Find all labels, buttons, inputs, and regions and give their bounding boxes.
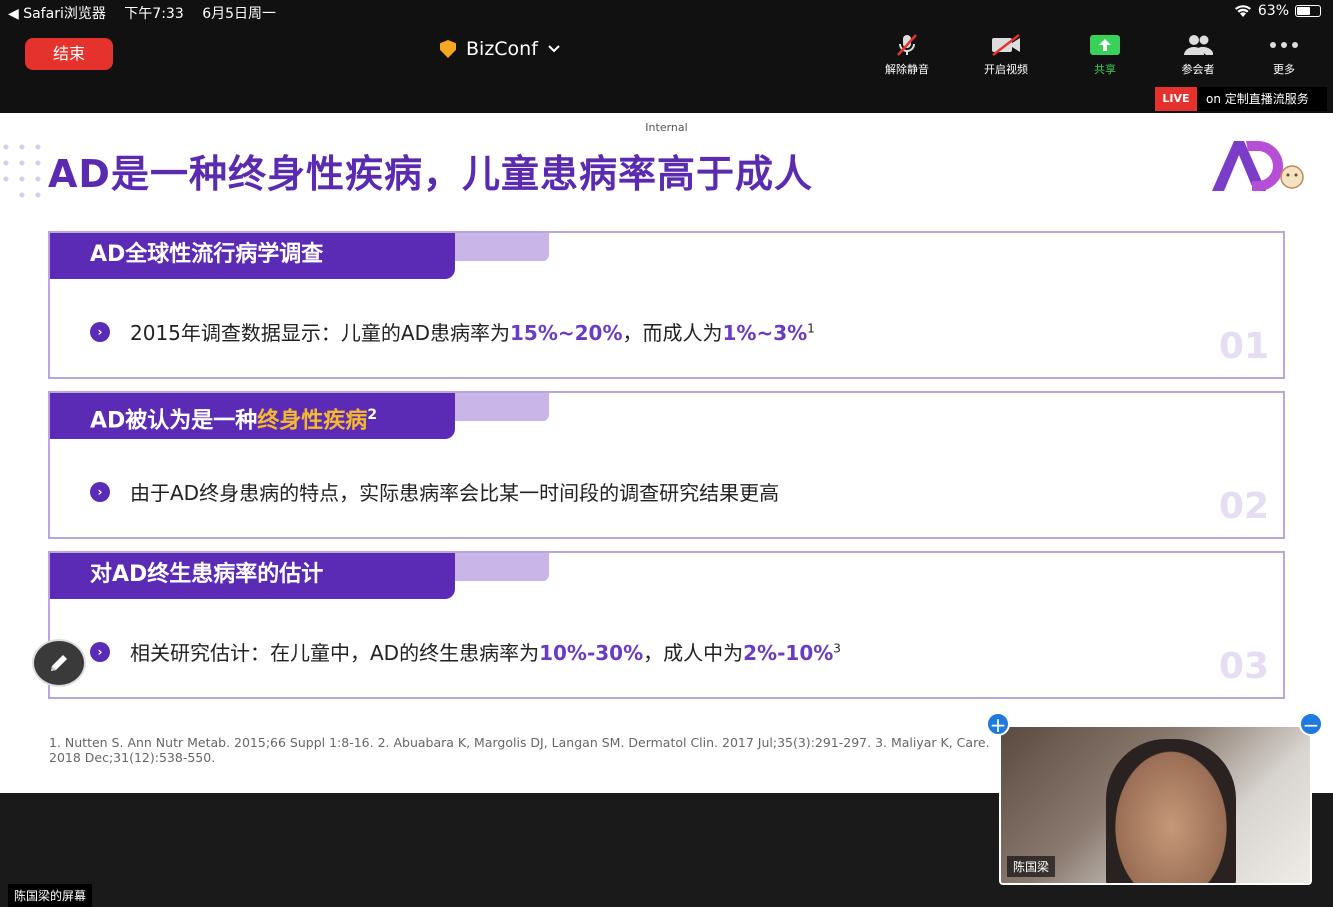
start-video-label: 开启视频 xyxy=(984,63,1028,76)
section-tab-decoration xyxy=(455,233,549,261)
reference-marker: 2 xyxy=(367,407,378,423)
highlight-value: 1%~3% xyxy=(722,321,808,345)
section-heading: AD被认为是一种终身性疾病2 xyxy=(50,393,455,439)
text-part: ，成人中为 xyxy=(643,641,744,665)
ios-status-bar: ◀ Safari浏览器 下午7:33 6月5日周一 63% xyxy=(0,0,1333,24)
highlight-value: 10%-30% xyxy=(539,641,644,665)
internal-label: Internal xyxy=(645,121,688,134)
mic-muted-icon xyxy=(897,34,917,56)
text-part: ，而成人为 xyxy=(622,321,723,345)
share-label: 共享 xyxy=(1094,63,1116,76)
meeting-title[interactable]: BizConf xyxy=(440,38,560,60)
share-button[interactable]: 共享 xyxy=(1070,32,1140,77)
more-button[interactable]: 更多 xyxy=(1249,32,1319,77)
annotate-button[interactable] xyxy=(32,639,86,687)
participants-icon xyxy=(1184,35,1214,55)
chevron-right-icon: › xyxy=(90,481,110,502)
more-icon xyxy=(1270,42,1298,48)
chevron-right-icon: › xyxy=(90,641,110,662)
highlight-value: 15%~20% xyxy=(509,321,623,345)
camera-off-icon xyxy=(992,34,1020,56)
back-to-app[interactable]: ◀ Safari浏览器 xyxy=(8,6,106,22)
ad-logo-icon xyxy=(1212,141,1304,191)
section-tab-decoration xyxy=(455,393,549,421)
slide-title: AD是一种终身性疾病，儿童患病率高于成人 xyxy=(48,152,813,196)
participants-button[interactable]: 参会者 xyxy=(1163,32,1233,77)
references: 1. Nutten S. Ann Nutr Metab. 2015;66 Sup… xyxy=(49,735,990,765)
share-icon xyxy=(1090,35,1120,55)
text-part: 相关研究估计：在儿童中，AD的终生患病率为 xyxy=(130,641,540,665)
highlight-value: 2%-10% xyxy=(743,641,834,665)
unmute-label: 解除静音 xyxy=(885,63,929,76)
battery-fill xyxy=(1297,7,1311,15)
live-badge: LIVE xyxy=(1155,87,1197,111)
section-number: 01 xyxy=(1218,326,1269,367)
reference-marker: 1 xyxy=(807,321,815,336)
meeting-toolbar: 结束 BizConf 解除静音 开启视频 共享 参会者 更多 xyxy=(0,24,1333,84)
bullet-text: 2015年调查数据显示：儿童的AD患病率为15%~20%，而成人为1%~3%1 xyxy=(130,317,815,346)
minimize-video-button[interactable]: − xyxy=(1299,712,1323,736)
more-label: 更多 xyxy=(1273,63,1295,76)
participant-video[interactable]: 陈国梁 xyxy=(999,725,1312,885)
text-part: 2015年调查数据显示：儿童的AD患病率为 xyxy=(130,321,510,345)
bullet-text: 由于AD终身患病的特点，实际患病率会比某一时间段的调查研究结果更高 xyxy=(130,481,780,505)
status-time: 下午7:33 xyxy=(124,6,184,22)
pencil-icon xyxy=(51,655,67,671)
section-tab-decoration xyxy=(455,553,549,581)
section-number: 02 xyxy=(1218,486,1269,527)
participant-face xyxy=(1106,739,1236,883)
wifi-icon xyxy=(1234,5,1251,17)
section-epidemiology: AD全球性流行病学调查 › 2015年调查数据显示：儿童的AD患病率为15%~2… xyxy=(48,231,1285,379)
section-lifelong: AD被认为是一种终身性疾病2 › 由于AD终身患病的特点，实际患病率会比某一时间… xyxy=(48,391,1285,539)
bullet-row: › 由于AD终身患病的特点，实际患病率会比某一时间段的调查研究结果更高 xyxy=(90,477,779,506)
bullet-row: › 相关研究估计：在儿童中，AD的终生患病率为10%-30%，成人中为2%-10… xyxy=(90,637,841,666)
battery-percent: 63% xyxy=(1257,3,1289,19)
unmute-button[interactable]: 解除静音 xyxy=(872,32,942,77)
chevron-right-icon: › xyxy=(90,321,110,342)
participant-name: 陈国梁 xyxy=(1007,856,1056,877)
section-number: 03 xyxy=(1218,646,1269,687)
status-date: 6月5日周一 xyxy=(202,6,277,22)
heading-text: AD被认为是一种 xyxy=(90,408,258,434)
bullet-text: 相关研究估计：在儿童中，AD的终生患病率为10%-30%，成人中为2%-10%3 xyxy=(130,637,841,666)
expand-video-button[interactable]: + xyxy=(986,712,1010,736)
screen-owner-label: 陈国梁的屏幕 xyxy=(8,884,93,907)
shield-icon xyxy=(440,40,456,58)
decorative-dots xyxy=(3,144,41,198)
battery-icon xyxy=(1295,5,1321,17)
live-bar xyxy=(0,84,1333,113)
section-lifetime-estimate: 对AD终生患病率的估计 › 相关研究估计：在儿童中，AD的终生患病率为10%-3… xyxy=(48,551,1285,699)
chevron-down-icon xyxy=(548,45,560,53)
section-heading: 对AD终生患病率的估计 xyxy=(50,553,455,599)
end-meeting-button[interactable]: 结束 xyxy=(25,38,113,70)
live-stream-service[interactable]: on 定制直播流服务 xyxy=(1197,87,1327,111)
heading-highlight: 终身性疾病 xyxy=(257,408,368,434)
reference-marker: 3 xyxy=(833,641,841,656)
shared-slide: Internal AD是一种终身性疾病，儿童患病率高于成人 AD全球性流行病学调… xyxy=(0,113,1333,793)
start-video-button[interactable]: 开启视频 xyxy=(971,32,1041,77)
participants-label: 参会者 xyxy=(1181,63,1215,76)
bullet-row: › 2015年调查数据显示：儿童的AD患病率为15%~20%，而成人为1%~3%… xyxy=(90,317,815,346)
meeting-title-text: BizConf xyxy=(466,38,538,60)
section-heading: AD全球性流行病学调查 xyxy=(50,233,455,279)
